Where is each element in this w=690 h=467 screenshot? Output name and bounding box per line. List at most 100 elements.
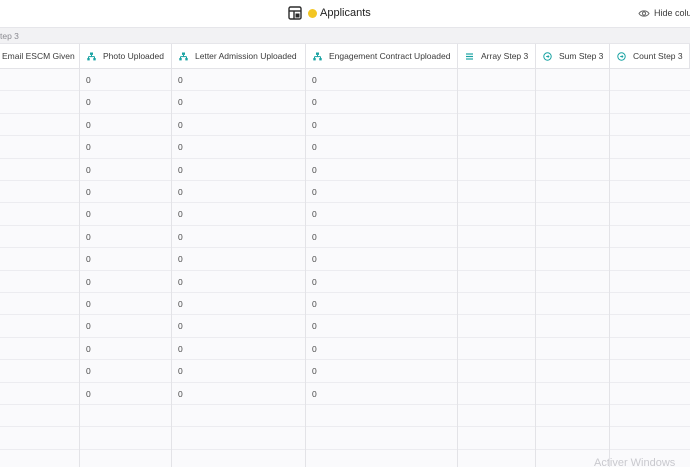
table-cell[interactable]: 0 [312, 293, 317, 315]
view-tab-bar: tep 3 [0, 27, 690, 44]
table-cell[interactable]: 0 [86, 293, 91, 315]
table-cell[interactable]: 0 [312, 271, 317, 293]
table-cell[interactable]: 0 [312, 338, 317, 360]
column-divider [609, 69, 610, 467]
table-cell[interactable]: 0 [86, 338, 91, 360]
table-cell[interactable]: 0 [86, 181, 91, 203]
table-cell[interactable]: 0 [86, 315, 91, 337]
table-row[interactable]: 0 0 0 [0, 248, 690, 271]
table-cell[interactable]: 0 [312, 114, 317, 136]
table-cell[interactable]: 0 [86, 248, 91, 270]
table-cell[interactable]: 0 [178, 248, 183, 270]
table-row[interactable] [0, 405, 690, 428]
table-cell[interactable]: 0 [178, 136, 183, 158]
rollup-icon [543, 51, 552, 61]
table-cell[interactable]: 0 [86, 136, 91, 158]
column-header-label: Engagement Contract Uploaded [329, 51, 451, 61]
table-cell[interactable]: 0 [178, 114, 183, 136]
table-cell[interactable]: 0 [312, 203, 317, 225]
table-cell[interactable]: 0 [86, 114, 91, 136]
table-row[interactable]: 0 0 0 [0, 338, 690, 361]
table-cell[interactable]: 0 [178, 181, 183, 203]
table-cell[interactable]: 0 [86, 226, 91, 248]
table-cell[interactable]: 0 [312, 315, 317, 337]
table-cell[interactable]: 0 [178, 203, 183, 225]
column-header-2[interactable]: Photo Uploaded [80, 44, 172, 68]
lookup-icon [179, 52, 188, 61]
column-header-4[interactable]: Engagement Contract Uploaded [306, 44, 458, 68]
table-icon [288, 6, 302, 20]
table-cell[interactable]: 0 [86, 360, 91, 382]
table-cell[interactable]: 0 [178, 226, 183, 248]
column-header-label: Photo Uploaded [103, 51, 164, 61]
table-title[interactable]: Applicants [288, 4, 371, 22]
table-cell[interactable]: 0 [86, 203, 91, 225]
eye-icon [638, 9, 650, 17]
table-row[interactable]: 0 0 0 [0, 226, 690, 249]
table-row[interactable]: 0 0 0 [0, 136, 690, 159]
column-header-label: Letter Admission Uploaded [195, 51, 297, 61]
table-row[interactable] [0, 450, 690, 467]
column-divider [305, 69, 306, 467]
column-divider [535, 69, 536, 467]
column-header-label: Sum Step 3 [559, 51, 604, 61]
column-divider [79, 69, 80, 467]
table-cell[interactable]: 0 [312, 248, 317, 270]
table-row[interactable]: 0 0 0 [0, 69, 690, 92]
table-row[interactable]: 0 0 0 [0, 360, 690, 383]
column-header-row: Email ESCM Given Photo Uploaded Letter Adm… [0, 44, 690, 69]
table-cell[interactable]: 0 [312, 360, 317, 382]
table-cell[interactable]: 0 [178, 360, 183, 382]
table-row[interactable]: 0 0 0 [0, 159, 690, 181]
table-row[interactable] [0, 427, 690, 450]
table-cell[interactable]: 0 [86, 91, 91, 113]
column-header-7[interactable]: Count Step 3 [610, 44, 690, 68]
hide-columns-button[interactable]: Hide colu [638, 5, 690, 21]
column-header-label: Count Step 3 [633, 51, 683, 61]
table-cell[interactable]: 0 [312, 91, 317, 113]
column-header-6[interactable]: Sum Step 3 [536, 44, 610, 68]
column-header-1[interactable]: Email ESCM Given [0, 44, 80, 68]
table-row[interactable]: 0 0 0 [0, 203, 690, 226]
column-header-label: Email ESCM Given [2, 51, 75, 61]
table-cell[interactable]: 0 [312, 383, 317, 405]
rollup-icon [617, 51, 626, 61]
table-cell[interactable]: 0 [178, 159, 183, 181]
column-divider [457, 69, 458, 467]
table-cell[interactable]: 0 [86, 383, 91, 405]
table-cell[interactable]: 0 [86, 159, 91, 181]
table-body: 0000000000000000000000000000000000000000… [0, 69, 690, 467]
table-cell[interactable]: 0 [178, 91, 183, 113]
hide-columns-label: Hide colu [654, 8, 690, 18]
table-cell[interactable]: 0 [178, 271, 183, 293]
table-cell[interactable]: 0 [312, 226, 317, 248]
table-row[interactable]: 0 0 0 [0, 293, 690, 316]
table-row[interactable]: 0 0 0 [0, 181, 690, 204]
page-title: Applicants [320, 7, 371, 19]
view-tab[interactable]: tep 3 [0, 31, 19, 41]
table-cell[interactable]: 0 [178, 338, 183, 360]
column-header-3[interactable]: Letter Admission Uploaded [172, 44, 306, 68]
status-dot [308, 8, 317, 18]
column-header-label: Array Step 3 [481, 51, 529, 61]
table-cell[interactable]: 0 [312, 69, 317, 91]
list-icon [465, 52, 474, 61]
table-row[interactable]: 0 0 0 [0, 114, 690, 137]
table-cell[interactable]: 0 [86, 271, 91, 293]
lookup-icon [87, 52, 96, 61]
table-cell[interactable]: 0 [312, 181, 317, 203]
table-cell[interactable]: 0 [178, 293, 183, 315]
table-cell[interactable]: 0 [178, 69, 183, 91]
table-row[interactable]: 0 0 0 [0, 315, 690, 338]
lookup-icon [313, 52, 322, 61]
table-row[interactable]: 0 0 0 [0, 383, 690, 405]
table-cell[interactable]: 0 [86, 69, 91, 91]
topbar: Applicants Hide colu [0, 0, 690, 27]
table-cell[interactable]: 0 [312, 159, 317, 181]
table-row[interactable]: 0 0 0 [0, 271, 690, 293]
table-cell[interactable]: 0 [178, 315, 183, 337]
column-header-5[interactable]: Array Step 3 [458, 44, 536, 68]
table-row[interactable]: 0 0 0 [0, 91, 690, 114]
table-cell[interactable]: 0 [312, 136, 317, 158]
table-cell[interactable]: 0 [178, 383, 183, 405]
